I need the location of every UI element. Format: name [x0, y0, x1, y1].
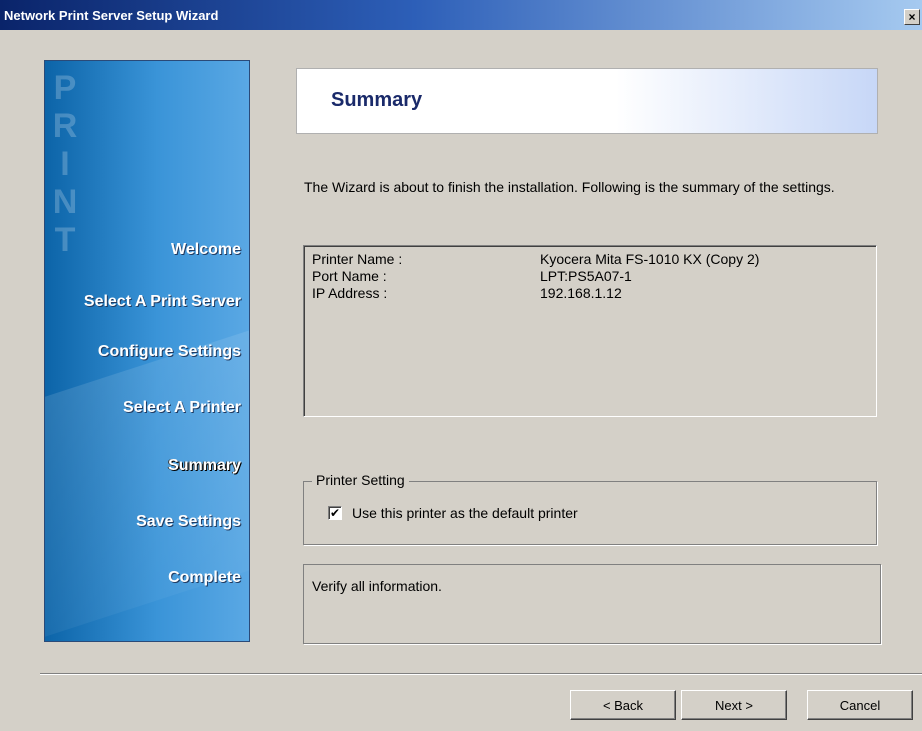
- page-header: Summary: [296, 68, 878, 134]
- summary-key: Printer Name :: [312, 251, 403, 267]
- summary-list[interactable]: Printer Name : Kyocera Mita FS-1010 KX (…: [303, 245, 877, 417]
- info-text: Verify all information.: [312, 578, 442, 594]
- cancel-button[interactable]: Cancel: [807, 690, 913, 720]
- step-save-settings: Save Settings: [136, 513, 241, 530]
- separator: [40, 673, 922, 675]
- printer-setting-group: Printer Setting ✔ Use this printer as th…: [303, 472, 877, 545]
- wizard-side-panel: PRINT Welcome Select A Print Server Conf…: [44, 60, 250, 642]
- printer-setting-legend: Printer Setting: [312, 472, 409, 488]
- step-select-print-server: Select A Print Server: [83, 293, 241, 310]
- info-box: Verify all information.: [303, 564, 881, 644]
- window-title: Network Print Server Setup Wizard: [4, 8, 219, 23]
- next-button[interactable]: Next >: [681, 690, 787, 720]
- default-printer-label[interactable]: Use this printer as the default printer: [352, 505, 578, 521]
- print-watermark: PRINT: [52, 69, 78, 259]
- summary-value: 192.168.1.12: [540, 285, 622, 301]
- title-bar: Network Print Server Setup Wizard ×: [0, 0, 922, 30]
- summary-value: Kyocera Mita FS-1010 KX (Copy 2): [540, 251, 760, 267]
- close-button[interactable]: ×: [904, 9, 920, 25]
- back-button[interactable]: < Back: [570, 690, 676, 720]
- keyboard-illustration: [45, 318, 249, 641]
- summary-key: Port Name :: [312, 268, 387, 284]
- step-complete: Complete: [168, 569, 241, 586]
- summary-key: IP Address :: [312, 285, 388, 301]
- page-title: Summary: [331, 89, 423, 111]
- step-summary: Summary: [168, 457, 241, 474]
- summary-value: LPT:PS5A07-1: [540, 268, 632, 284]
- default-printer-checkbox[interactable]: ✔: [328, 506, 342, 520]
- step-welcome: Welcome: [171, 241, 241, 258]
- step-select-printer: Select A Printer: [123, 399, 241, 416]
- intro-text: The Wizard is about to finish the instal…: [304, 179, 835, 195]
- step-configure-settings: Configure Settings: [97, 343, 241, 360]
